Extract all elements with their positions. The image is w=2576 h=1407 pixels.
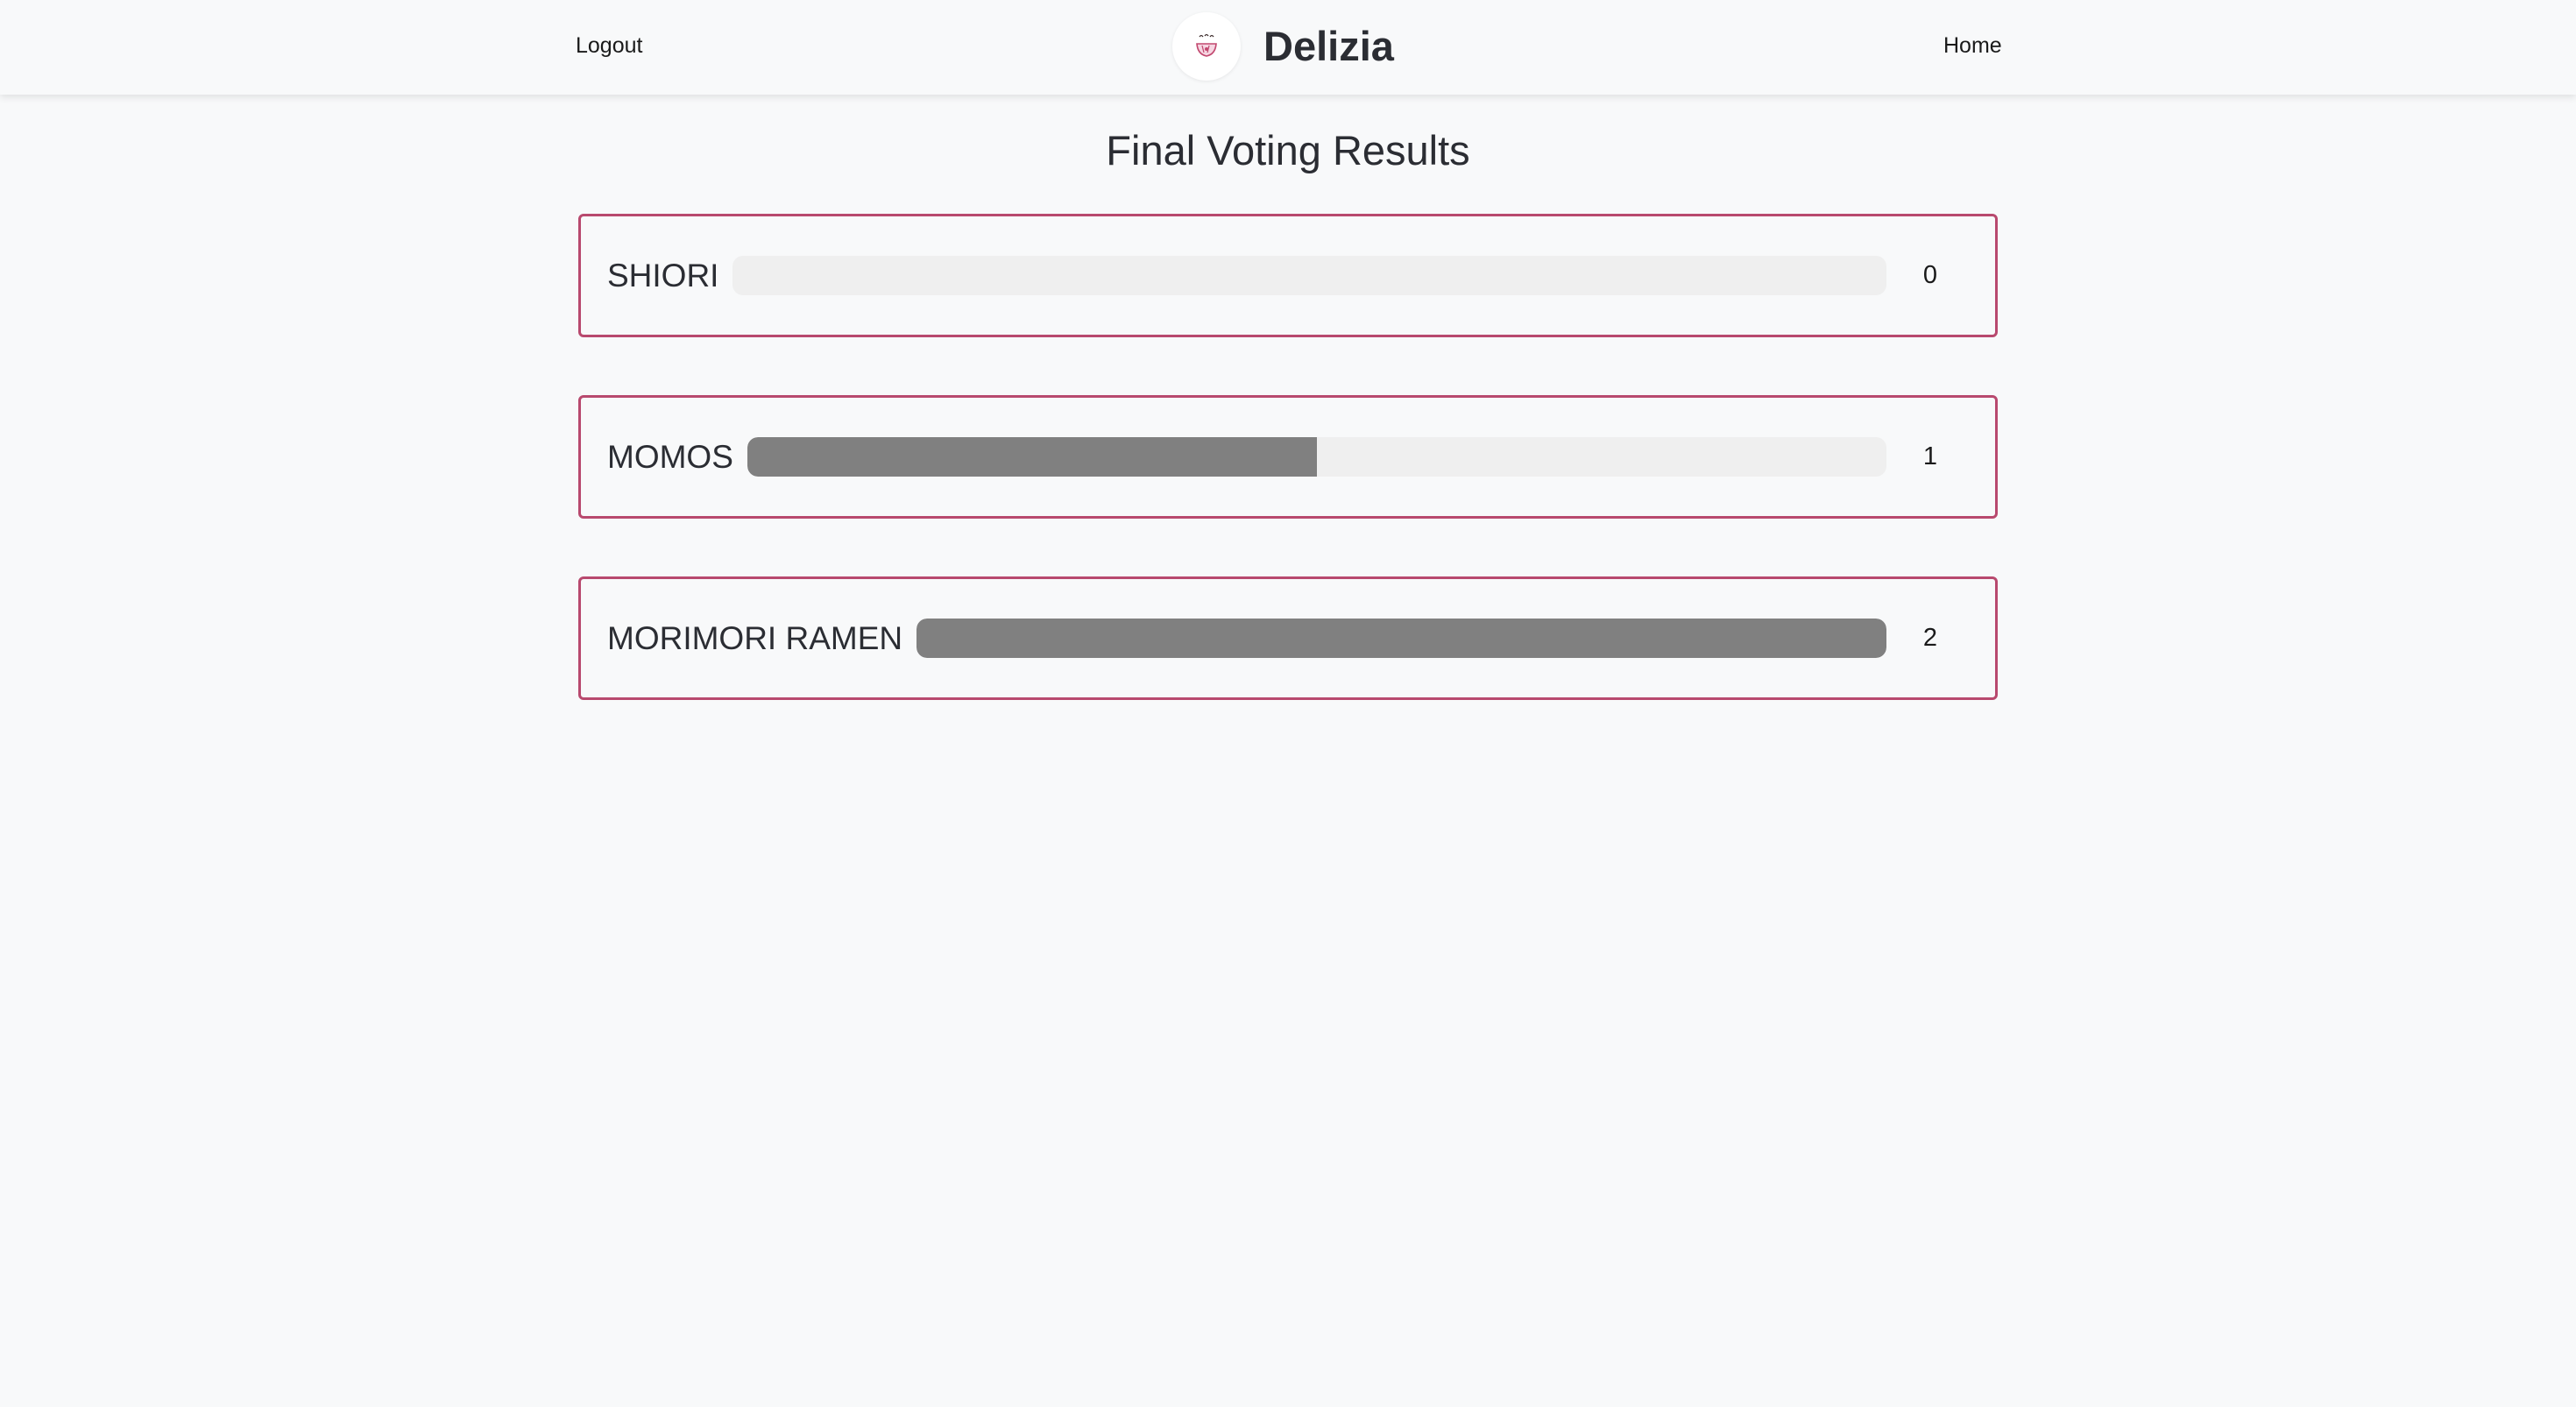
result-item-name: MOMOS [607, 438, 733, 475]
home-link[interactable]: Home [1943, 32, 2002, 60]
result-card-momos: MOMOS 1 [578, 395, 1998, 519]
vote-bar-track [732, 256, 1886, 295]
result-item-name: SHIORI [607, 257, 719, 293]
brand[interactable]: Delizia [1172, 12, 1394, 81]
vote-bar-fill [747, 437, 1317, 477]
logout-link[interactable]: Logout [576, 32, 642, 60]
brand-name: Delizia [1263, 23, 1394, 69]
result-card-shiori: SHIORI 0 [578, 214, 1998, 337]
navbar: Logout Delizia Home [0, 0, 2576, 95]
results-list: SHIORI 0 MOMOS 1 MORIMORI RAMEN 2 [578, 214, 1998, 758]
page-title: Final Voting Results [1106, 127, 1470, 173]
result-card-morimori-ramen: MORIMORI RAMEN 2 [578, 576, 1998, 700]
vote-bar-track [747, 437, 1886, 477]
ramen-bowl-logo-icon [1172, 12, 1241, 81]
result-item-name: MORIMORI RAMEN [607, 619, 903, 656]
vote-bar-track [916, 619, 1886, 658]
vote-count: 2 [1922, 624, 1938, 652]
vote-count: 1 [1922, 442, 1938, 470]
vote-bar-fill [916, 619, 1886, 658]
vote-count: 0 [1922, 261, 1938, 289]
